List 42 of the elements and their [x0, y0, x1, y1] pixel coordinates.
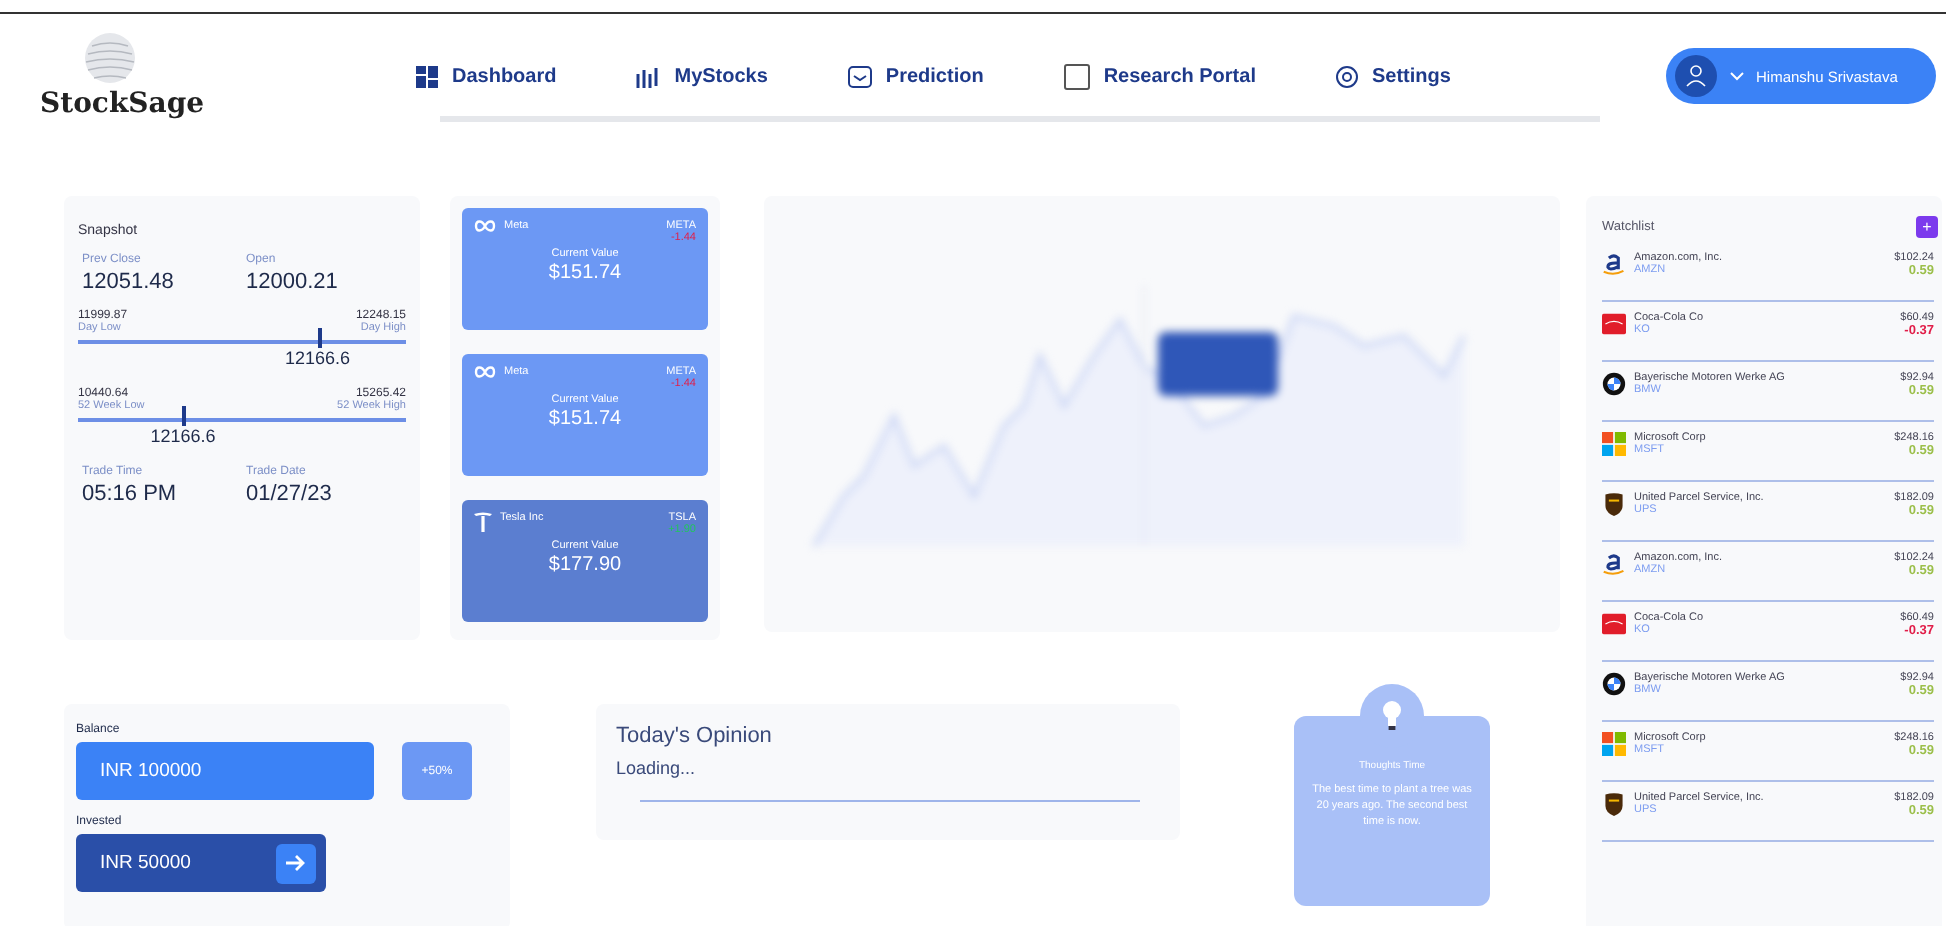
arrow-right-icon	[286, 854, 306, 872]
infinity-icon	[474, 220, 496, 232]
avatar-icon	[1674, 54, 1718, 98]
stat-value: 01/27/23	[246, 482, 334, 506]
stat-value: 12000.21	[246, 270, 340, 294]
brand-name: StockSage	[40, 88, 205, 120]
t-icon	[474, 512, 492, 532]
chart-tooltip	[1158, 332, 1278, 396]
invested-amount: INR 50000	[100, 852, 191, 874]
roundel-icon	[1602, 372, 1626, 396]
current-value: 12166.6	[284, 348, 350, 368]
arrow-button[interactable]	[276, 843, 316, 883]
current-price: $151.74	[546, 408, 624, 430]
shield-icon	[1602, 492, 1626, 516]
current-value: 12166.6	[150, 426, 216, 446]
nav-link[interactable]: MyStocks	[636, 64, 768, 90]
settings-icon	[1335, 66, 1358, 88]
nav-link[interactable]: Research Portal	[1063, 64, 1256, 90]
stat-value: 12051.48	[82, 270, 176, 294]
letter-a-icon	[1602, 252, 1626, 276]
current-price: $151.74	[546, 262, 624, 284]
infinity-icon	[474, 366, 496, 378]
chevron-down-icon	[1730, 71, 1744, 81]
card-title: Today's Opinion	[616, 724, 774, 748]
opinion-text: Loading...	[616, 758, 698, 778]
nav-link[interactable]: Settings	[1335, 64, 1451, 90]
balance-field: INR 100000	[76, 742, 374, 800]
current-price: $177.90	[546, 554, 624, 576]
nav-link[interactable]: Prediction	[847, 64, 984, 90]
stat-value: 05:16 PM	[82, 482, 179, 506]
roundel-icon	[1602, 672, 1626, 696]
candlestick-icon	[636, 67, 661, 87]
letter-a-icon	[1602, 552, 1626, 576]
add-button[interactable]: +	[1916, 216, 1938, 238]
grid-icon	[416, 66, 438, 88]
four-squares-icon	[1602, 732, 1626, 756]
shield-icon	[1602, 792, 1626, 816]
inbox-icon	[847, 66, 872, 88]
nav-link[interactable]: Dashboard	[416, 64, 557, 90]
square-icon	[1063, 64, 1090, 90]
four-squares-icon	[1602, 432, 1626, 456]
sphere-logo	[84, 32, 136, 84]
